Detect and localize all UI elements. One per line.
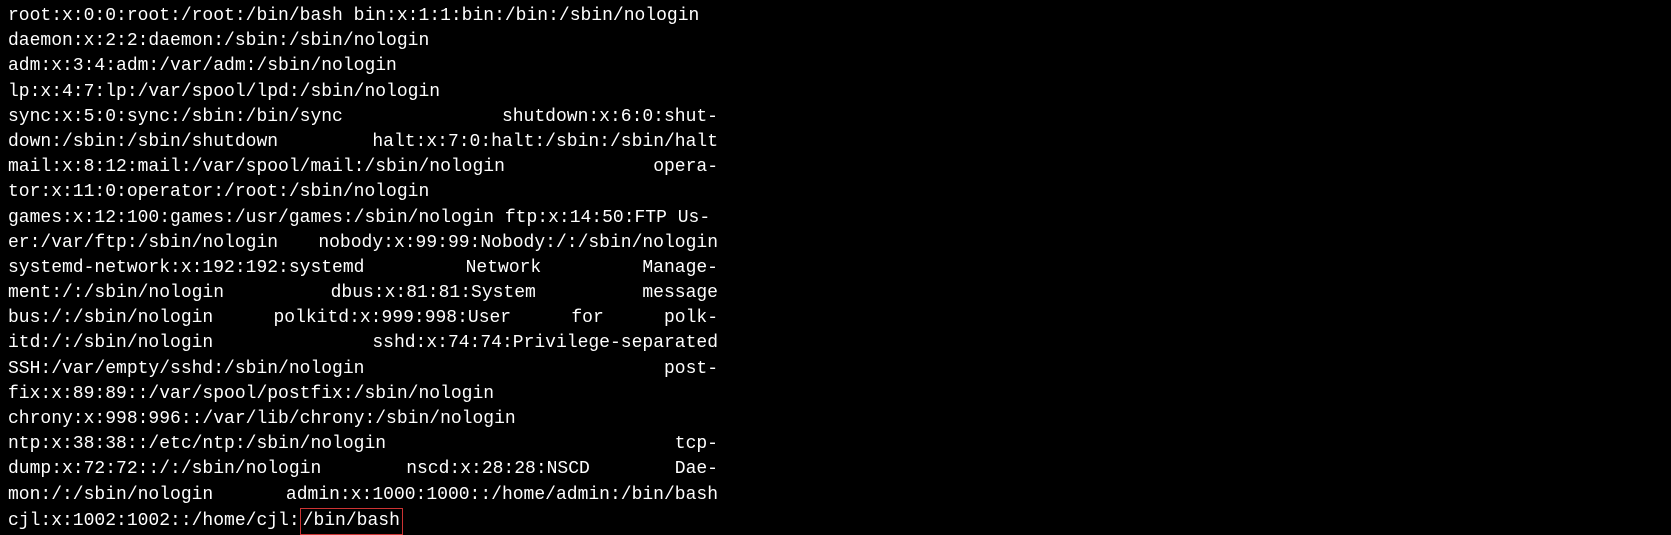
segment: itd:/:/sbin/nologin	[8, 333, 213, 353]
terminal-line: itd:/:/sbin/nologin sshd:x:74:74:Privile…	[8, 331, 718, 356]
segment: shutdown:x:6:0:shut-	[502, 107, 718, 127]
highlighted-shell: /bin/bash	[300, 508, 403, 535]
segment: Manage-	[642, 258, 718, 278]
segment: nscd:x:28:28:NSCD	[406, 459, 590, 479]
segment: down:/sbin:/sbin/shutdown	[8, 132, 278, 152]
segment: sshd:x:74:74:Privilege-separated	[372, 333, 718, 353]
segment: post-	[664, 359, 718, 379]
segment: Network	[466, 258, 542, 278]
terminal-line: mail:x:8:12:mail:/var/spool/mail:/sbin/n…	[8, 155, 718, 180]
terminal-line: tor:x:11:0:operator:/root:/sbin/nologin	[8, 180, 718, 205]
terminal-line: down:/sbin:/sbin/shutdown halt:x:7:0:hal…	[8, 130, 718, 155]
segment: sync:x:5:0:sync:/sbin:/bin/sync	[8, 107, 343, 127]
terminal-line: ment:/:/sbin/nologin dbus:x:81:81:System…	[8, 281, 718, 306]
terminal-line: SSH:/var/empty/sshd:/sbin/nologin post-	[8, 357, 718, 382]
segment: mon:/:/sbin/nologin	[8, 485, 213, 505]
segment: er:/var/ftp:/sbin/nologin	[8, 233, 278, 253]
segment: admin:x:1000:1000::/home/admin:/bin/bash	[286, 485, 718, 505]
segment: tcp-	[675, 434, 718, 454]
segment: ntp:x:38:38::/etc/ntp:/sbin/nologin	[8, 434, 386, 454]
segment: halt:x:7:0:halt:/sbin:/sbin/halt	[372, 132, 718, 152]
terminal-line: cjl:x:1002:1002::/home/cjl:/bin/bash	[8, 508, 718, 535]
segment: cjl:x:1002:1002::/home/cjl:	[8, 511, 300, 531]
segment: SSH:/var/empty/sshd:/sbin/nologin	[8, 359, 364, 379]
terminal-line: fix:x:89:89::/var/spool/postfix:/sbin/no…	[8, 382, 718, 407]
terminal-line: lp:x:4:7:lp:/var/spool/lpd:/sbin/nologin	[8, 80, 718, 105]
terminal-line: sync:x:5:0:sync:/sbin:/bin/sync shutdown…	[8, 105, 718, 130]
segment: Dae-	[675, 459, 718, 479]
segment: polkitd:x:999:998:User	[273, 308, 511, 328]
terminal-line: ntp:x:38:38::/etc/ntp:/sbin/nologin tcp-	[8, 432, 718, 457]
segment: ment:/:/sbin/nologin	[8, 283, 224, 303]
terminal-line: chrony:x:998:996::/var/lib/chrony:/sbin/…	[8, 407, 718, 432]
segment: bus:/:/sbin/nologin	[8, 308, 213, 328]
segment: for	[571, 308, 603, 328]
terminal-line: mon:/:/sbin/nologin admin:x:1000:1000::/…	[8, 483, 718, 508]
terminal-line: games:x:12:100:games:/usr/games:/sbin/no…	[8, 206, 718, 231]
segment: polk-	[664, 308, 718, 328]
segment: nobody:x:99:99:Nobody:/:/sbin/nologin	[318, 233, 718, 253]
segment: message	[642, 283, 718, 303]
terminal-line: systemd-network:x:192:192:systemd Networ…	[8, 256, 718, 281]
terminal-line: adm:x:3:4:adm:/var/adm:/sbin/nologin	[8, 54, 718, 79]
terminal-line: root:x:0:0:root:/root:/bin/bash bin:x:1:…	[8, 4, 718, 29]
segment: mail:x:8:12:mail:/var/spool/mail:/sbin/n…	[8, 157, 505, 177]
terminal-line: bus:/:/sbin/nologin polkitd:x:999:998:Us…	[8, 306, 718, 331]
terminal-output: root:x:0:0:root:/root:/bin/bash bin:x:1:…	[8, 4, 718, 535]
terminal-line: dump:x:72:72::/:/sbin/nologin nscd:x:28:…	[8, 457, 718, 482]
segment: dbus:x:81:81:System	[331, 283, 536, 303]
segment: systemd-network:x:192:192:systemd	[8, 258, 364, 278]
terminal-line: daemon:x:2:2:daemon:/sbin:/sbin/nologin	[8, 29, 718, 54]
terminal-line: er:/var/ftp:/sbin/nologin nobody:x:99:99…	[8, 231, 718, 256]
segment: dump:x:72:72::/:/sbin/nologin	[8, 459, 321, 479]
segment: opera-	[653, 157, 718, 177]
